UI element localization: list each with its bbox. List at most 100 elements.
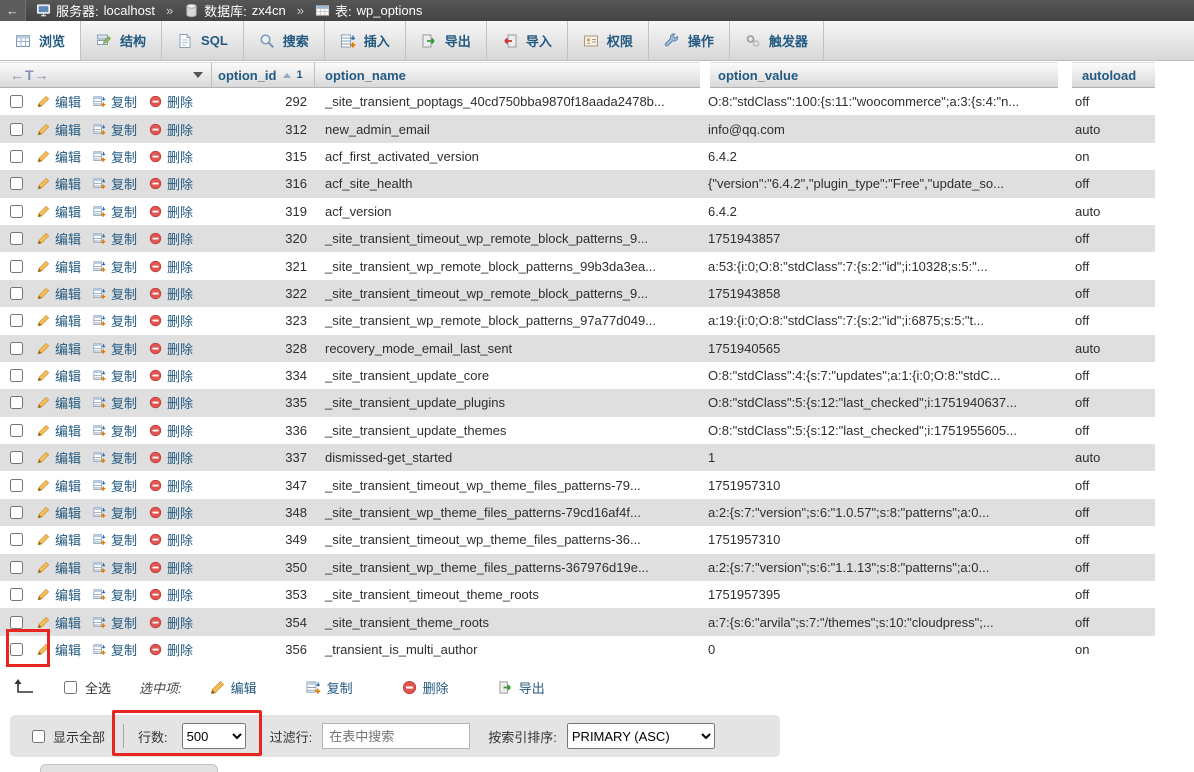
row-edit-link[interactable]: 编辑 [55, 284, 81, 303]
row-copy-link[interactable]: 复制 [111, 229, 137, 248]
tab-import[interactable]: 导入 [487, 21, 568, 60]
tab-structure[interactable]: 结构 [81, 21, 163, 60]
row-copy-link[interactable]: 复制 [111, 366, 137, 385]
row-delete-link[interactable]: 删除 [167, 339, 193, 358]
row-copy-link[interactable]: 复制 [111, 448, 137, 467]
row-delete-link[interactable]: 删除 [167, 448, 193, 467]
tab-export[interactable]: 导出 [406, 21, 487, 60]
row-delete-link[interactable]: 删除 [167, 147, 193, 166]
row-checkbox[interactable] [10, 232, 23, 246]
row-copy-link[interactable]: 复制 [111, 92, 137, 111]
selected-edit-button[interactable]: 编辑 [210, 678, 264, 697]
selected-delete-button[interactable]: 删除 [402, 678, 456, 697]
sort-by-key-select[interactable]: PRIMARY (ASC) [566, 723, 715, 749]
row-edit-link[interactable]: 编辑 [55, 366, 81, 385]
row-delete-link[interactable]: 删除 [167, 585, 193, 604]
tab-triggers[interactable]: 触发器 [730, 21, 824, 60]
row-checkbox[interactable] [10, 122, 23, 136]
row-delete-link[interactable]: 删除 [167, 284, 193, 303]
row-delete-link[interactable]: 删除 [167, 202, 193, 221]
row-edit-link[interactable]: 编辑 [55, 92, 81, 111]
row-checkbox[interactable] [10, 506, 23, 520]
row-checkbox[interactable] [10, 95, 23, 109]
row-copy-link[interactable]: 复制 [111, 202, 137, 221]
header-autoload[interactable]: autoload [1072, 62, 1155, 88]
row-edit-link[interactable]: 编辑 [55, 174, 81, 193]
row-checkbox[interactable] [10, 533, 23, 547]
header-option-id[interactable]: option_id 1 [212, 62, 315, 88]
row-delete-link[interactable]: 删除 [167, 640, 193, 659]
filter-rows-input[interactable] [322, 723, 471, 749]
row-delete-link[interactable]: 删除 [167, 476, 193, 495]
row-copy-link[interactable]: 复制 [111, 284, 137, 303]
options-dropdown-icon[interactable] [193, 72, 203, 78]
row-delete-link[interactable]: 删除 [167, 503, 193, 522]
row-checkbox[interactable] [10, 478, 23, 492]
rows-count-select[interactable]: 500 [181, 723, 246, 749]
row-copy-link[interactable]: 复制 [111, 311, 137, 330]
row-checkbox[interactable] [10, 560, 23, 574]
row-edit-link[interactable]: 编辑 [55, 229, 81, 248]
header-option-name[interactable]: option_name [315, 62, 700, 88]
row-copy-link[interactable]: 复制 [111, 503, 137, 522]
row-copy-link[interactable]: 复制 [111, 530, 137, 549]
row-checkbox[interactable] [10, 259, 23, 273]
row-edit-link[interactable]: 编辑 [55, 393, 81, 412]
row-edit-link[interactable]: 编辑 [55, 503, 81, 522]
row-delete-link[interactable]: 删除 [167, 311, 193, 330]
row-delete-link[interactable]: 删除 [167, 366, 193, 385]
check-all-checkbox[interactable] [64, 680, 77, 694]
tab-search[interactable]: 搜索 [244, 21, 325, 60]
row-copy-link[interactable]: 复制 [111, 174, 137, 193]
row-copy-link[interactable]: 复制 [111, 393, 137, 412]
tab-insert[interactable]: 插入 [325, 21, 406, 60]
row-copy-link[interactable]: 复制 [111, 120, 137, 139]
row-checkbox[interactable] [10, 341, 23, 355]
row-copy-link[interactable]: 复制 [111, 613, 137, 632]
row-delete-link[interactable]: 删除 [167, 393, 193, 412]
row-checkbox[interactable] [10, 588, 23, 602]
row-copy-link[interactable]: 复制 [111, 640, 137, 659]
row-delete-link[interactable]: 删除 [167, 558, 193, 577]
row-edit-link[interactable]: 编辑 [55, 613, 81, 632]
row-checkbox[interactable] [10, 615, 23, 629]
row-delete-link[interactable]: 删除 [167, 530, 193, 549]
row-edit-link[interactable]: 编辑 [55, 585, 81, 604]
tab-operations[interactable]: 操作 [649, 21, 730, 60]
breadcrumb-server-link[interactable]: localhost [104, 3, 155, 18]
breadcrumb-table-link[interactable]: wp_options [357, 3, 423, 18]
row-copy-link[interactable]: 复制 [111, 421, 137, 440]
row-edit-link[interactable]: 编辑 [55, 530, 81, 549]
row-delete-link[interactable]: 删除 [167, 229, 193, 248]
row-edit-link[interactable]: 编辑 [55, 640, 81, 659]
row-delete-link[interactable]: 删除 [167, 421, 193, 440]
row-checkbox[interactable] [10, 369, 23, 383]
row-edit-link[interactable]: 编辑 [55, 476, 81, 495]
row-delete-link[interactable]: 删除 [167, 120, 193, 139]
breadcrumb-db-link[interactable]: zx4cn [252, 3, 286, 18]
row-copy-link[interactable]: 复制 [111, 339, 137, 358]
row-edit-link[interactable]: 编辑 [55, 147, 81, 166]
back-arrow-button[interactable]: ← [0, 0, 26, 21]
row-edit-link[interactable]: 编辑 [55, 339, 81, 358]
row-checkbox[interactable] [10, 423, 23, 437]
row-delete-link[interactable]: 删除 [167, 92, 193, 111]
tab-browse[interactable]: 浏览 [0, 21, 82, 60]
tab-sql[interactable]: SQL [162, 21, 244, 60]
row-copy-link[interactable]: 复制 [111, 476, 137, 495]
row-copy-link[interactable]: 复制 [111, 558, 137, 577]
row-checkbox[interactable] [10, 314, 23, 328]
row-checkbox[interactable] [10, 204, 23, 218]
row-copy-link[interactable]: 复制 [111, 257, 137, 276]
row-edit-link[interactable]: 编辑 [55, 257, 81, 276]
selected-copy-button[interactable]: 复制 [306, 678, 360, 697]
selected-export-button[interactable]: 导出 [498, 678, 552, 697]
row-delete-link[interactable]: 删除 [167, 174, 193, 193]
row-checkbox[interactable] [10, 149, 23, 163]
row-edit-link[interactable]: 编辑 [55, 120, 81, 139]
row-edit-link[interactable]: 编辑 [55, 558, 81, 577]
row-checkbox[interactable] [10, 451, 23, 465]
row-edit-link[interactable]: 编辑 [55, 311, 81, 330]
tab-privileges[interactable]: 权限 [568, 21, 649, 60]
row-checkbox[interactable] [10, 396, 23, 410]
